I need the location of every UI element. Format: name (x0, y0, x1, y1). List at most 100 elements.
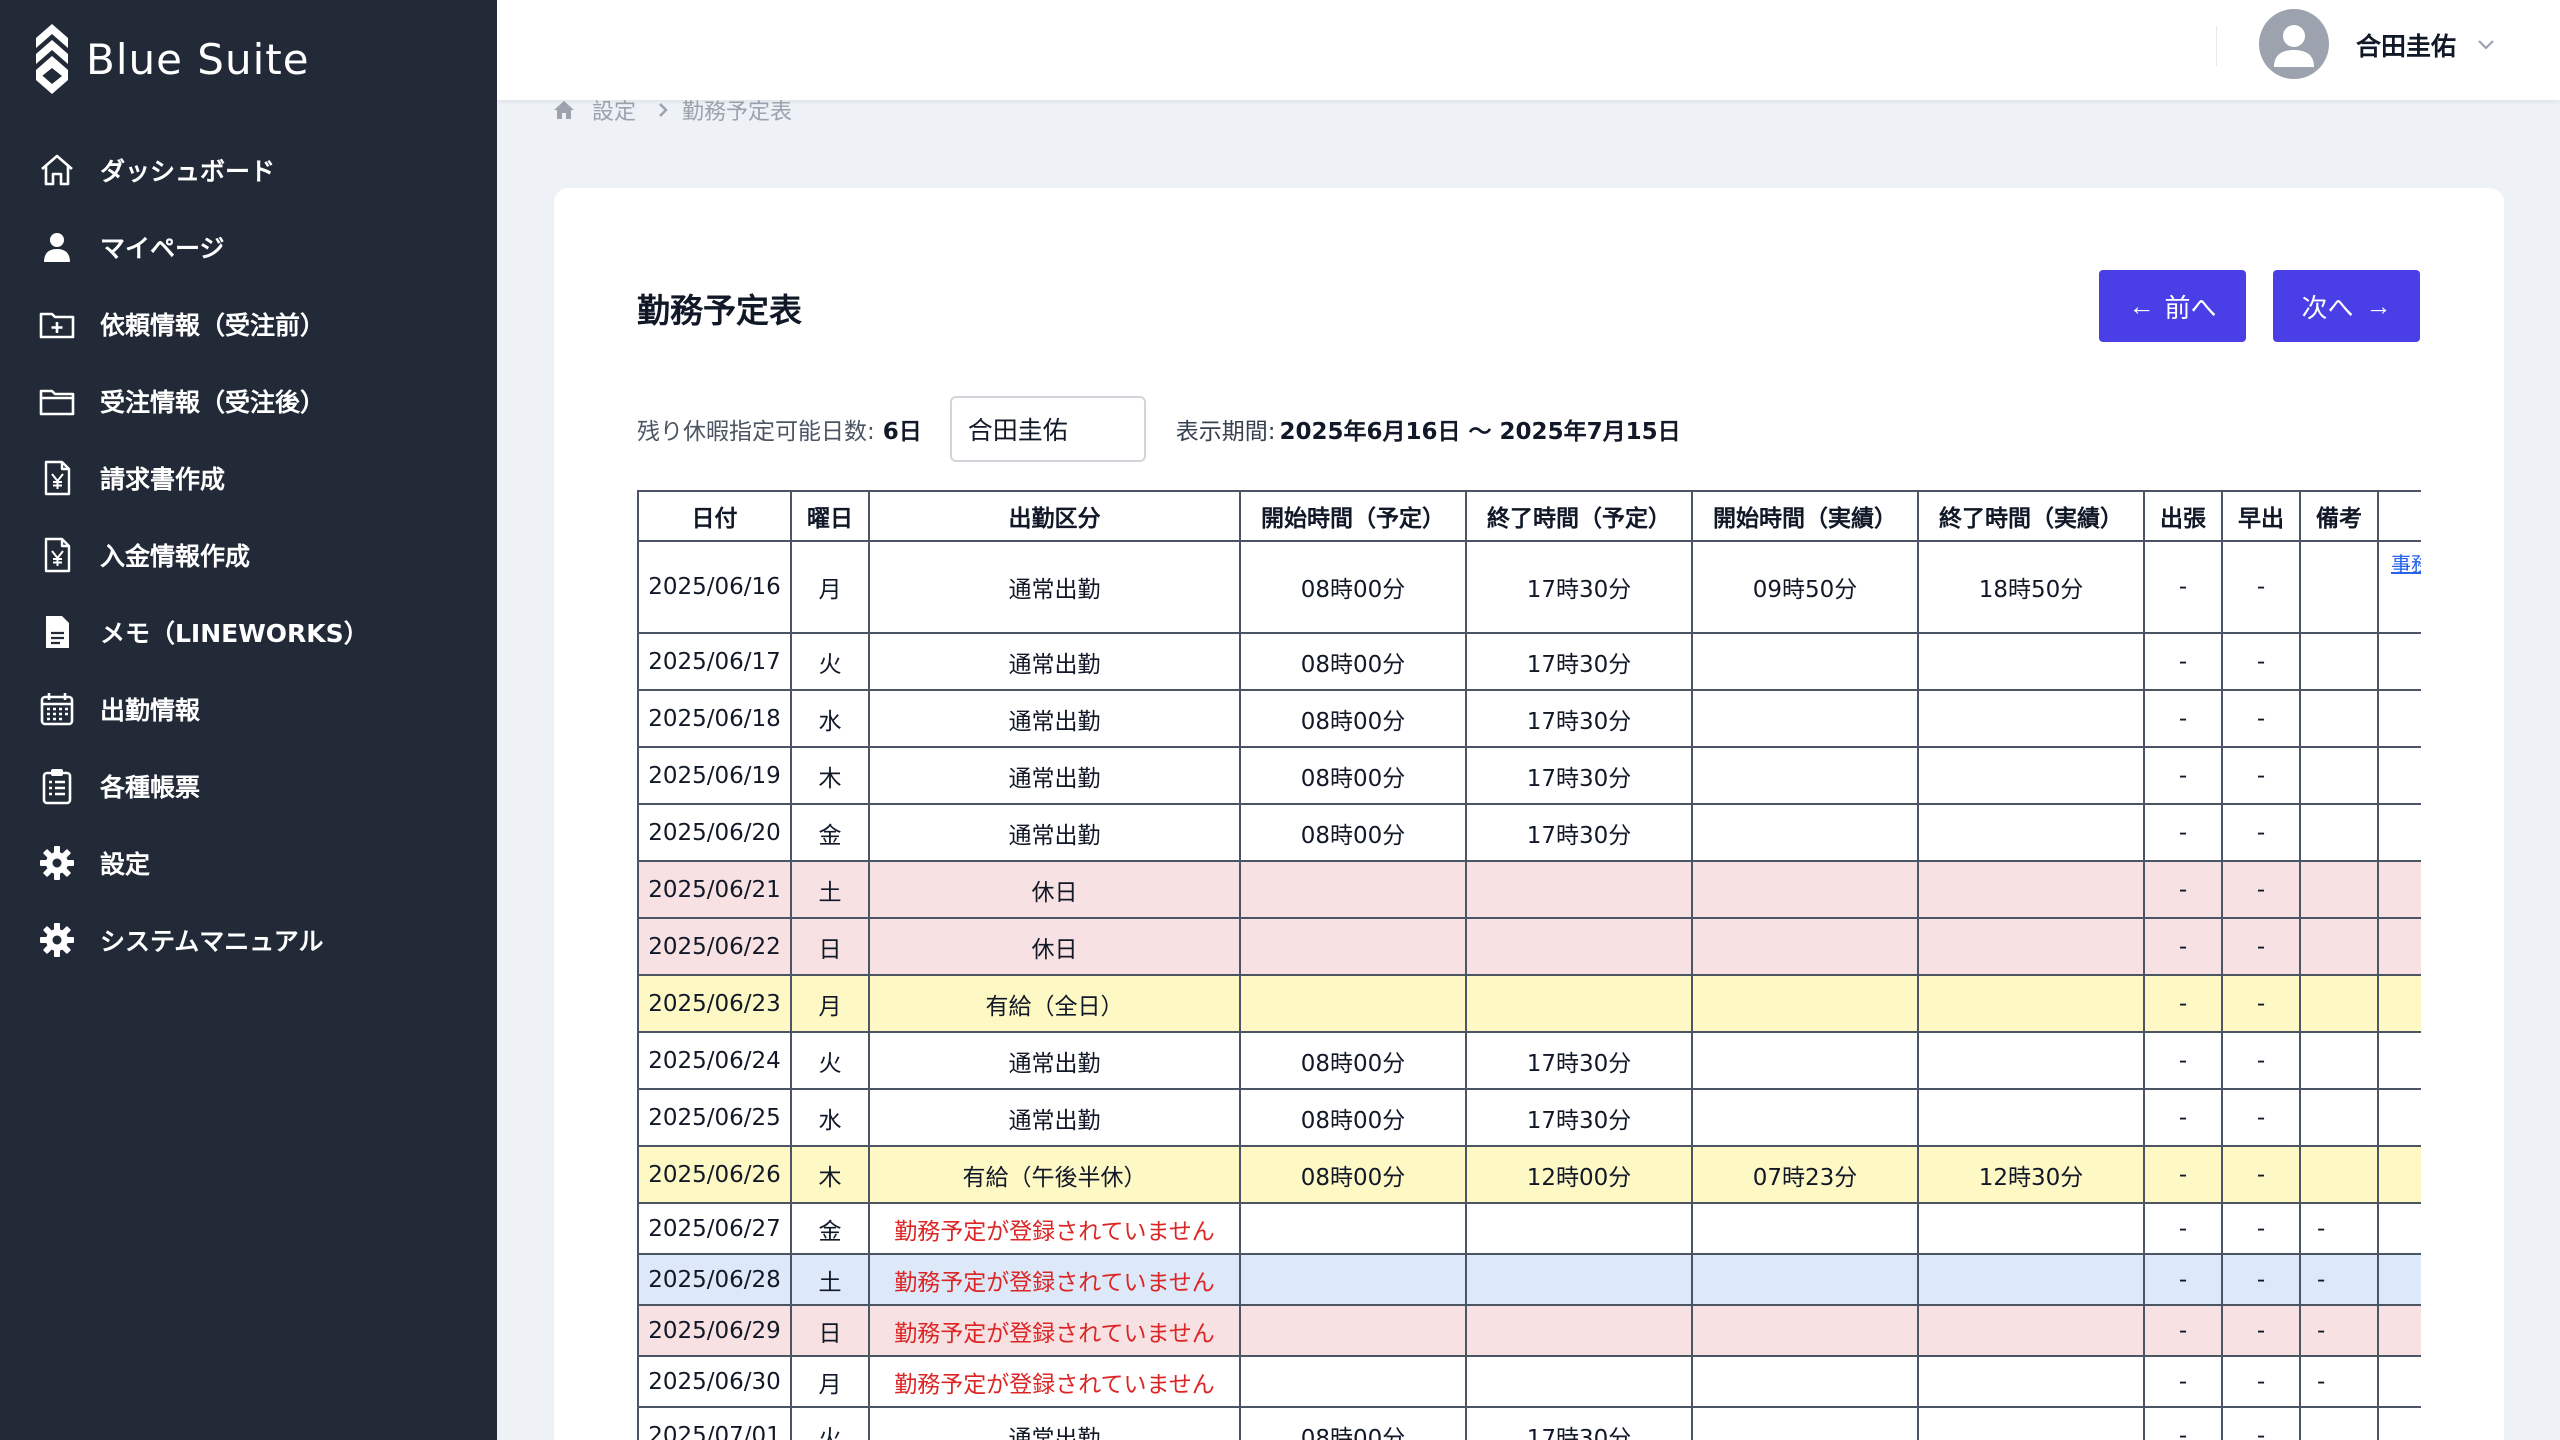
chevron-down-icon[interactable] (2474, 32, 2498, 56)
sidebar-item-reports[interactable]: 各種帳票 (0, 747, 497, 824)
cell-weekday: 水 (790, 689, 870, 748)
table-row[interactable]: 2025/06/23 月有給（全日） - - (637, 974, 2421, 1033)
table-row[interactable]: 2025/06/20 金通常出勤 08時00分 17時30分 - - (637, 803, 2421, 862)
table-row[interactable]: 2025/06/19 木通常出勤 08時00分 17時30分 - - (637, 746, 2421, 805)
cell-end-planned: 17時30分 (1465, 1406, 1693, 1440)
cell-date: 2025/06/20 (637, 803, 792, 862)
cell-end-planned (1465, 860, 1693, 919)
schedule-table-wrapper[interactable]: 日付 曜日 出勤区分 開始時間（予定） 終了時間（予定） 開始時間（実績） 終了… (637, 490, 2421, 1440)
cell-date: 2025/06/25 (637, 1088, 792, 1147)
table-row[interactable]: 2025/06/30 月勤務予定が登録されていません - - - (637, 1355, 2421, 1408)
prev-button-label: 前へ (2164, 292, 2217, 323)
sidebar-item-label: 受注情報（受注後） (100, 387, 326, 417)
person-select[interactable]: 合田圭佑 (949, 396, 1146, 462)
col-header: 開始時間（実績） (1691, 490, 1919, 542)
note-link[interactable]: 事務 (2391, 552, 2421, 576)
cell-business-trip: - (2143, 1253, 2223, 1306)
cell-end-planned (1465, 974, 1693, 1033)
page-title: 勤務予定表 (637, 291, 802, 330)
schedule-table: 日付 曜日 出勤区分 開始時間（予定） 終了時間（予定） 開始時間（実績） 終了… (637, 490, 2421, 1440)
sidebar-item-payment[interactable]: 入金情報作成 (0, 516, 497, 593)
table-row[interactable]: 2025/06/26 木有給（午後半休） 08時00分 12時00分 07時23分 12時… (637, 1145, 2421, 1204)
table-row[interactable]: 2025/06/21 土休日 - - (637, 860, 2421, 919)
logo-icon (36, 24, 68, 94)
cell-attendance-type: 通常出勤 (868, 803, 1241, 862)
cell-attendance-type: 通常出勤 (868, 1088, 1241, 1147)
cell-note (2299, 803, 2379, 862)
cell-early: - (2221, 1031, 2301, 1090)
yen-document-icon (38, 459, 76, 497)
calendar-icon (38, 690, 76, 728)
cell-note (2299, 1031, 2379, 1090)
table-row[interactable]: 2025/06/25 水通常出勤 08時00分 17時30分 - - (637, 1088, 2421, 1147)
cell-start-planned: 08時00分 (1239, 1088, 1467, 1147)
table-row[interactable]: 2025/06/16 月通常出勤 08時00分 17時30分 09時50分 18時50分 -… (637, 540, 2421, 634)
cell-start-planned: 08時00分 (1239, 1406, 1467, 1440)
sidebar-item-memo[interactable]: メモ（LINEWORKS） (0, 593, 497, 670)
sidebar-item-attendance[interactable]: 出勤情報 (0, 670, 497, 747)
sidebar-item-label: マイページ (100, 233, 225, 263)
cell-weekday: 土 (790, 860, 870, 919)
table-row[interactable]: 2025/06/17 火通常出勤 08時00分 17時30分 - - (637, 632, 2421, 691)
cell-business-trip: - (2143, 632, 2223, 691)
cell-extra (2377, 746, 2421, 805)
table-row[interactable]: 2025/06/29 日勤務予定が登録されていません - - - (637, 1304, 2421, 1357)
sidebar-item-orders[interactable]: 受注情報（受注後） (0, 362, 497, 439)
cell-business-trip: - (2143, 1145, 2223, 1204)
table-row[interactable]: 2025/06/27 金勤務予定が登録されていません - - - (637, 1202, 2421, 1255)
table-row[interactable]: 2025/07/01 火通常出勤 08時00分 17時30分 - - (637, 1406, 2421, 1440)
home-icon[interactable] (552, 98, 576, 122)
table-row[interactable]: 2025/06/18 水通常出勤 08時00分 17時30分 - - (637, 689, 2421, 748)
cell-end-actual (1917, 974, 2145, 1033)
clipboard-icon (38, 767, 76, 805)
gear-icon (38, 921, 76, 959)
table-row[interactable]: 2025/06/28 土勤務予定が登録されていません - - - (637, 1253, 2421, 1306)
cell-date: 2025/07/01 (637, 1406, 792, 1440)
sidebar-item-label: 設定 (100, 849, 151, 879)
cell-early: - (2221, 1202, 2301, 1255)
sidebar-item-invoice[interactable]: 請求書作成 (0, 439, 497, 516)
cell-end-actual (1917, 632, 2145, 691)
cell-note (2299, 917, 2379, 976)
col-header: 早出 (2221, 490, 2301, 542)
prev-button[interactable]: ← 前へ (2099, 270, 2246, 342)
cell-end-planned: 17時30分 (1465, 632, 1693, 691)
cell-start-actual (1691, 860, 1919, 919)
user-name[interactable]: 合田圭佑 (2356, 27, 2456, 63)
cell-attendance-type: 勤務予定が登録されていません (868, 1253, 1241, 1306)
arrow-right-icon: → (2365, 290, 2392, 321)
cell-business-trip: - (2143, 746, 2223, 805)
table-row[interactable]: 2025/06/24 火通常出勤 08時00分 17時30分 - - (637, 1031, 2421, 1090)
col-header: 出張 (2143, 490, 2223, 542)
cell-early: - (2221, 1304, 2301, 1357)
sidebar-item-mypage[interactable]: マイページ (0, 208, 497, 285)
sidebar-item-requests[interactable]: 依頼情報（受注前） (0, 285, 497, 362)
cell-business-trip: - (2143, 689, 2223, 748)
cell-end-actual (1917, 860, 2145, 919)
next-button[interactable]: 次へ → (2273, 270, 2420, 342)
cell-start-actual (1691, 974, 1919, 1033)
cell-business-trip: - (2143, 1031, 2223, 1090)
remaining-days-label: 残り休暇指定可能日数: (637, 419, 875, 445)
cell-weekday: 火 (790, 632, 870, 691)
table-row[interactable]: 2025/06/22 日休日 - - (637, 917, 2421, 976)
home-icon (38, 151, 76, 189)
sidebar-item-label: メモ（LINEWORKS） (100, 618, 369, 648)
avatar[interactable] (2259, 9, 2329, 79)
yen-document-icon (38, 536, 76, 574)
cell-end-actual (1917, 803, 2145, 862)
cell-weekday: 水 (790, 1088, 870, 1147)
cell-early: - (2221, 860, 2301, 919)
cell-extra (2377, 1202, 2421, 1255)
cell-business-trip: - (2143, 1088, 2223, 1147)
sidebar-item-manual[interactable]: システムマニュアル (0, 901, 497, 978)
cell-extra: 事務 (2377, 540, 2421, 634)
cell-weekday: 金 (790, 803, 870, 862)
cell-start-planned: 08時00分 (1239, 746, 1467, 805)
sidebar-item-dashboard[interactable]: ダッシュボード (0, 131, 497, 208)
cell-date: 2025/06/22 (637, 917, 792, 976)
cell-note: - (2299, 1253, 2379, 1306)
col-header: 終了時間（実績） (1917, 490, 2145, 542)
sidebar-item-settings[interactable]: 設定 (0, 824, 497, 901)
logo[interactable]: Blue Suite (36, 24, 310, 94)
